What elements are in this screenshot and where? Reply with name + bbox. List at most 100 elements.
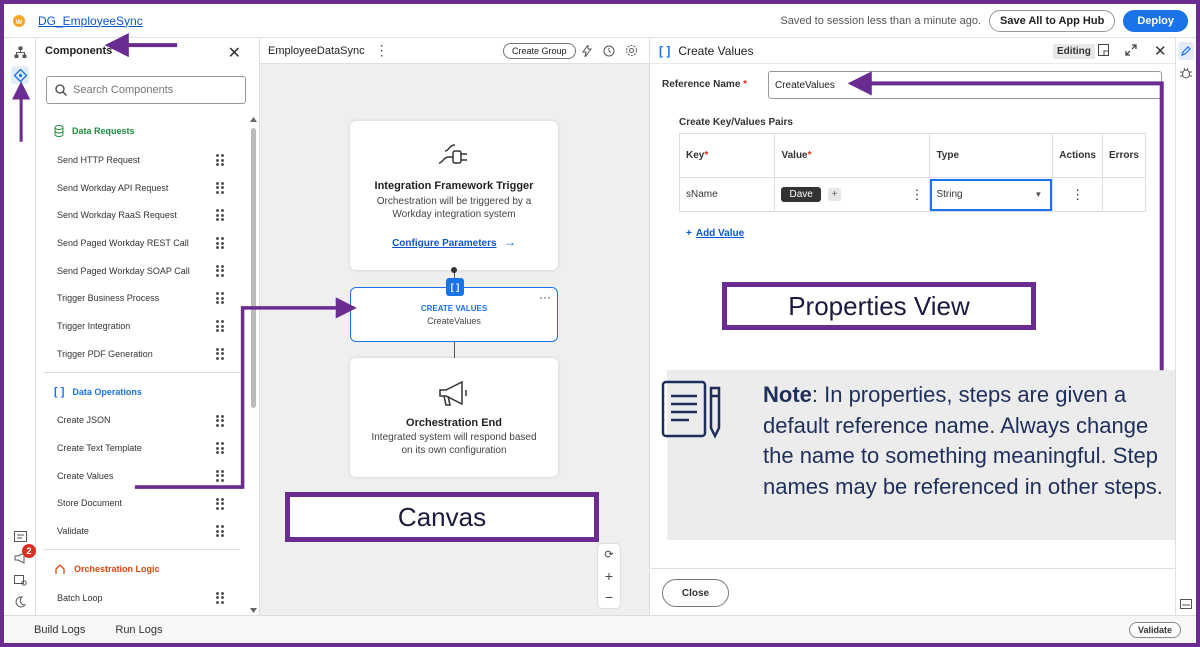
value-chip[interactable]: Dave (781, 186, 821, 202)
settings-gear-icon[interactable] (625, 44, 638, 60)
more-horizontal-icon[interactable]: ··· (539, 290, 551, 304)
add-value-link[interactable]: + Add Value (686, 228, 744, 239)
editing-badge: Editing (1053, 44, 1095, 59)
orchestration-name: EmployeeDataSync (268, 44, 365, 57)
drag-handle-icon[interactable] (216, 237, 224, 250)
edit-pencil-icon[interactable] (1178, 42, 1194, 60)
component-item[interactable]: Create Values (36, 462, 248, 490)
add-chip-icon[interactable]: + (827, 187, 842, 201)
drag-handle-icon[interactable] (216, 264, 224, 277)
lightning-icon[interactable] (582, 43, 592, 60)
reference-name-input[interactable]: CreateValues (768, 71, 1162, 99)
component-item[interactable]: Batch Loop (36, 584, 248, 612)
drag-handle-icon[interactable] (216, 292, 224, 305)
search-field[interactable] (46, 76, 246, 104)
component-item[interactable]: Send Paged Workday REST Call (36, 229, 248, 257)
drag-handle-icon[interactable] (216, 414, 224, 427)
trigger-card-desc-1: Orchestration will be triggered by a (376, 196, 532, 207)
type-cell[interactable]: String ▼ (929, 177, 1054, 212)
scroll-thumb[interactable] (251, 128, 256, 408)
component-item[interactable]: Trigger Integration (36, 312, 248, 340)
create-values-card[interactable]: [ ] ··· CREATE VALUES CreateValues (350, 278, 558, 342)
drag-handle-icon[interactable] (216, 525, 224, 538)
configure-parameters-link[interactable]: Configure Parameters → (350, 235, 558, 249)
brackets-icon: [ ] (54, 385, 65, 398)
drag-handle-icon[interactable] (216, 591, 224, 604)
component-item-label: Send Paged Workday REST Call (57, 237, 189, 248)
connector-dot (451, 267, 457, 273)
reset-zoom-icon[interactable]: ⟳ (598, 544, 620, 565)
value-cell[interactable]: Dave + ⋮ (774, 177, 931, 212)
deploy-button[interactable]: Deploy (1123, 9, 1188, 32)
drag-handle-icon[interactable] (216, 497, 224, 510)
section-header[interactable]: Data Requests (36, 116, 248, 146)
row-actions-icon[interactable]: ⋮ (1052, 177, 1103, 212)
console-panel-icon[interactable] (1180, 598, 1192, 612)
more-vertical-icon[interactable]: ⋮ (910, 187, 923, 203)
component-item[interactable]: Validate (36, 517, 248, 545)
workday-logo-icon[interactable]: w (4, 14, 34, 28)
zoom-in-icon[interactable]: + (598, 565, 620, 586)
key-cell[interactable]: sName (678, 177, 776, 212)
map-icon[interactable] (12, 572, 28, 588)
drag-handle-icon[interactable] (216, 347, 224, 360)
debug-bug-icon[interactable] (1180, 67, 1192, 82)
drag-handle-icon[interactable] (216, 320, 224, 333)
component-item[interactable]: Store Document (36, 490, 248, 518)
create-group-button[interactable]: Create Group (503, 43, 576, 59)
scrollbar[interactable] (249, 116, 257, 614)
component-item-label: Store Document (57, 498, 123, 509)
document-pen-icon (661, 380, 725, 445)
component-item-label: Trigger Business Process (57, 293, 160, 304)
arrow-right-icon: → (503, 235, 516, 249)
close-button[interactable]: Close (662, 579, 729, 607)
build-logs-tab[interactable]: Build Logs (34, 624, 85, 636)
component-item[interactable]: Send Workday API Request (36, 174, 248, 202)
zoom-out-icon[interactable]: − (598, 586, 620, 607)
plug-icon (350, 143, 558, 172)
close-panel-icon[interactable]: ✕ (1154, 42, 1167, 60)
more-vertical-icon[interactable]: ⋮ (375, 42, 389, 59)
moon-icon[interactable] (12, 594, 28, 610)
section-header[interactable]: [ ] Data Operations (36, 377, 248, 407)
component-item[interactable]: Send HTTP Request (36, 146, 248, 174)
component-item-label: Trigger PDF Generation (57, 348, 153, 359)
app-window: w DG_EmployeeSync Saved to session less … (0, 0, 1200, 647)
validate-button[interactable]: Validate (1128, 622, 1181, 638)
component-item[interactable]: Create Text Template (36, 434, 248, 462)
run-logs-tab[interactable]: Run Logs (115, 624, 162, 636)
drag-handle-icon[interactable] (216, 154, 224, 166)
orchestration-end-card[interactable]: Orchestration End Integrated system will… (350, 358, 558, 477)
component-item[interactable]: Create JSON (36, 407, 248, 435)
search-input[interactable] (73, 84, 233, 96)
drag-handle-icon[interactable] (216, 181, 224, 194)
component-item[interactable]: Send Paged Workday SOAP Call (36, 257, 248, 285)
expand-icon[interactable] (1125, 44, 1137, 59)
app-title-link[interactable]: DG_EmployeeSync (38, 14, 143, 28)
add-value-label[interactable]: Add Value (696, 228, 744, 239)
history-icon[interactable] (603, 45, 615, 60)
configure-parameters-label[interactable]: Configure Parameters (392, 238, 496, 249)
section-header[interactable]: Orchestration Logic (36, 554, 248, 584)
close-icon[interactable]: ✕ (228, 43, 241, 63)
console-icon[interactable] (12, 528, 28, 544)
component-item[interactable]: Trigger Business Process (36, 284, 248, 312)
drag-handle-icon[interactable] (216, 209, 224, 222)
notes-icon[interactable] (1098, 44, 1109, 59)
save-all-button[interactable]: Save All to App Hub (989, 9, 1116, 32)
type-select[interactable]: String ▼ (930, 178, 1053, 211)
section-divider (44, 548, 240, 550)
component-item[interactable]: Trigger PDF Generation (36, 340, 248, 368)
drag-handle-icon[interactable] (216, 442, 224, 455)
properties-view-annotation-box: Properties View (722, 282, 1036, 330)
hierarchy-icon[interactable] (12, 44, 28, 60)
top-bar: w DG_EmployeeSync Saved to session less … (4, 4, 1196, 38)
drag-handle-icon[interactable] (216, 469, 224, 482)
notification-badge: 2 (22, 544, 36, 558)
trigger-card[interactable]: Integration Framework Trigger Orchestrat… (350, 121, 558, 270)
component-item[interactable]: Send Workday RaaS Request (36, 201, 248, 229)
type-column-header: Type (929, 133, 1054, 178)
components-icon[interactable] (11, 66, 29, 84)
components-title: Components (45, 45, 113, 57)
note-text: Note: In properties, steps are given a d… (763, 380, 1163, 502)
